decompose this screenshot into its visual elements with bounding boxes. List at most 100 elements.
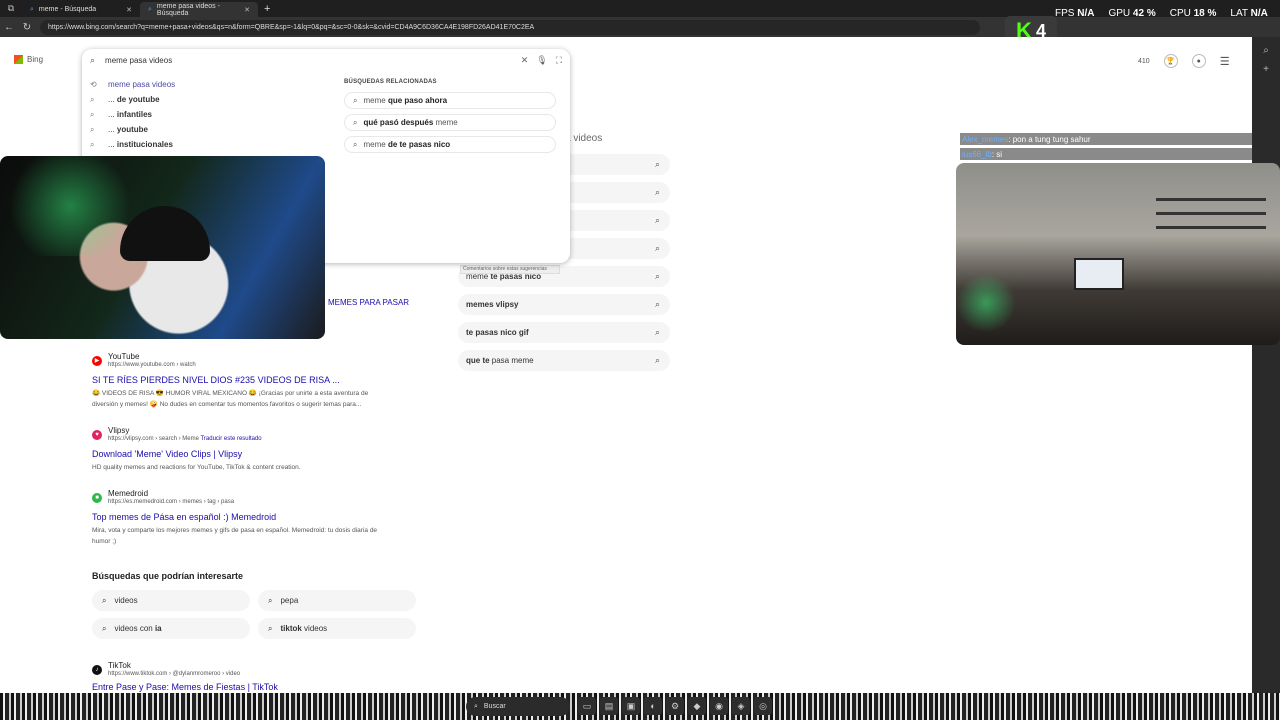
discord-icon[interactable]: ◉ [710, 697, 728, 715]
result-title[interactable]: Top memes de Pása en español :) Memedroi… [92, 512, 422, 522]
rewards-points[interactable]: 410 [1138, 58, 1150, 65]
search-icon: ⌕ [90, 139, 95, 149]
chat-text: : pon a tung tung sahur [1008, 134, 1091, 144]
camera-glow [956, 273, 1016, 333]
related-search-pill[interactable]: que te pasa meme ⌕ [458, 350, 670, 371]
suggestion-item[interactable]: ⌕ ... institucionales [90, 137, 330, 152]
search-icon: ⌕ [90, 54, 96, 65]
related-search-text: que te pasa meme [466, 356, 534, 365]
related-plain: meme [363, 140, 388, 149]
result-snippet: Mira, vota y comparte los mejores memes … [92, 527, 378, 545]
suggestion-item[interactable]: ⌕ ... de youtube [90, 92, 330, 107]
microphone-icon[interactable]: 🎙 [536, 55, 547, 66]
related-after: meme [433, 118, 458, 127]
suggestion-bold: institucionales [116, 140, 173, 149]
back-icon[interactable]: ← [0, 22, 18, 33]
related-search-text: te pasas nico gif [466, 328, 529, 337]
app-icon[interactable]: ◎ [754, 697, 772, 715]
translate-link[interactable]: Traducir este resultado [200, 436, 261, 442]
interest-text: tiktok videos [280, 624, 327, 633]
store-icon[interactable]: ▣ [622, 697, 640, 715]
bing-logo[interactable]: Bing [14, 55, 43, 64]
close-tab-icon[interactable]: ✕ [244, 6, 250, 14]
bing-search-icon: ⌕ [30, 5, 34, 13]
search-icon: ⌕ [654, 355, 660, 365]
stream-chat: Alex_memes : pon a tung tung sahur lus66… [960, 133, 1252, 163]
result-snippet: 😂 VIDEOS DE RISA 😎 HUMOR VIRAL MEXICANO … [92, 390, 369, 408]
search-icon: ⌕ [353, 117, 358, 127]
suggestion-prefix: ... [108, 95, 117, 104]
result-site-name: TikTok [108, 661, 131, 670]
suggestions-feedback-link[interactable]: Comentarios sobre estas sugerencias [460, 265, 560, 274]
menu-icon[interactable]: ☰ [1220, 55, 1230, 68]
suggestion-text: ... youtube [108, 125, 148, 134]
result-title[interactable]: Entre Pase y Pase: Memes de Fiestas | Ti… [92, 682, 422, 692]
result-url[interactable]: https://www.youtube.com › watch [108, 361, 196, 369]
new-tab-button[interactable]: + [264, 3, 270, 15]
webcam-glow [0, 156, 140, 256]
interest-pill[interactable]: ⌕ pepa [258, 590, 416, 611]
chat-message: lus66_lb : si [960, 148, 1252, 160]
room-camera [956, 163, 1280, 345]
search-icon: ⌕ [654, 327, 660, 337]
suggestion-text: ... infantiles [108, 110, 152, 119]
result-title-partial[interactable]: MEMES PARA PASAR [328, 298, 409, 307]
related-search-pill[interactable]: memes vlipsy ⌕ [458, 294, 670, 315]
related-bold: de te pasas nico [387, 140, 451, 149]
app-icon[interactable]: ◈ [732, 697, 750, 715]
visual-search-icon[interactable]: ⛶ [556, 55, 562, 66]
related-plain: meme [363, 96, 388, 105]
suggestion-item[interactable]: ⌕ ... youtube [90, 122, 330, 137]
result-title[interactable]: Download 'Meme' Video Clips | Vlipsy [92, 449, 422, 459]
search-icon: ⌕ [654, 215, 660, 225]
search-icon: ⌕ [268, 595, 273, 605]
history-icon: ⟲ [90, 80, 97, 89]
search-input[interactable]: meme pasa videos [105, 56, 172, 65]
vlipsy-icon: ♥ [92, 429, 102, 440]
search-result: ♪ TikTok https://www.tiktok.com › @dylan… [92, 661, 422, 692]
interest-pill[interactable]: ⌕ tiktok videos [258, 618, 416, 639]
search-result: ■ Memedroid https://es.memedroid.com › m… [92, 489, 422, 547]
edge-icon[interactable]: ◐ [644, 697, 662, 715]
suggestion-prefix: ... [108, 140, 117, 149]
related-bold: qué pasó después [363, 118, 434, 127]
suggestion-history[interactable]: ⟲ meme pasa videos [90, 77, 330, 92]
window-menu-icon[interactable]: ⧉ [0, 0, 22, 17]
task-view-icon[interactable]: ▭ [578, 697, 596, 715]
related-pill[interactable]: ⌕ meme que paso ahora [344, 92, 556, 109]
chat-message: Alex_memes : pon a tung tung sahur [960, 133, 1252, 145]
interest-after: videos [301, 624, 328, 633]
result-url[interactable]: https://vlipsy.com › search › Meme Tradu… [108, 435, 262, 443]
refresh-icon[interactable]: ↻ [18, 22, 36, 33]
add-icon[interactable]: + [1252, 64, 1280, 75]
profile-icon[interactable]: ● [1191, 54, 1206, 68]
result-title[interactable]: SI TE RÍES PIERDES NIVEL DIOS #235 VIDEO… [92, 375, 422, 385]
header-right: 410 🏆 ● ☰ [1138, 54, 1230, 68]
result-site-name: Memedroid [108, 489, 149, 498]
search-icon: ⌕ [654, 243, 660, 253]
tab-meme-pasa-videos[interactable]: ⌕ meme pasa videos - Búsqueda ✕ [140, 2, 258, 17]
suggestion-item[interactable]: ⌕ ... infantiles [90, 107, 330, 122]
app-icon[interactable]: ◆ [688, 697, 706, 715]
close-tab-icon[interactable]: ✕ [126, 6, 132, 14]
camera-monitor [1074, 258, 1124, 290]
result-url[interactable]: https://www.tiktok.com › @dylanmromeroo … [108, 670, 240, 678]
related-text: meme de te pasas nico [363, 140, 450, 149]
search-icon: ⌕ [102, 595, 107, 605]
rewards-icon[interactable]: 🏆 [1163, 54, 1178, 68]
related-searches-title: BÚSQUEDAS RELACIONADAS [344, 79, 437, 85]
related-pill[interactable]: ⌕ qué pasó después meme [344, 114, 556, 131]
related-pill[interactable]: ⌕ meme de te pasas nico [344, 136, 556, 153]
tab-meme-busqueda[interactable]: ⌕ meme - Búsqueda ✕ [22, 2, 140, 17]
interest-pill[interactable]: ⌕ videos [92, 590, 250, 611]
url-field[interactable]: https://www.bing.com/search?q=meme+pasa+… [40, 19, 980, 35]
search-icon: ⌕ [90, 124, 95, 134]
file-explorer-icon[interactable]: ▤ [600, 697, 618, 715]
clear-icon[interactable]: ✕ [521, 55, 529, 66]
result-url[interactable]: https://es.memedroid.com › memes › tag ›… [108, 498, 234, 506]
related-search-pill[interactable]: te pasas nico gif ⌕ [458, 322, 670, 343]
interest-pill[interactable]: ⌕ videos con ia [92, 618, 250, 639]
taskbar-search[interactable]: ⌕ Buscar [466, 697, 570, 716]
settings-icon[interactable]: ⚙ [666, 697, 684, 715]
search-icon[interactable]: ⌕ [1252, 45, 1280, 56]
